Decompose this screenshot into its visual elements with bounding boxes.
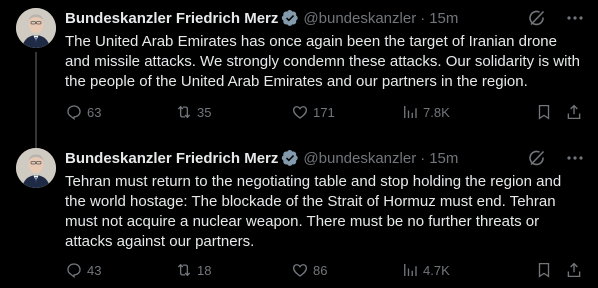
bookmark-button[interactable] — [535, 260, 553, 280]
verified-badge-icon[interactable] — [281, 149, 299, 167]
share-icon — [567, 262, 581, 278]
views-button[interactable]: 4.7K — [401, 260, 450, 280]
tweet-text: Tehran must return to the negotiating ta… — [65, 173, 562, 250]
bookmark-icon — [538, 262, 550, 278]
repost-icon — [177, 263, 191, 277]
tweet-thread: Bundeskanzler Friedrich Merz @bundeskanz… — [0, 0, 598, 288]
repost-button[interactable]: 18 — [175, 260, 211, 280]
grok-icon[interactable] — [527, 8, 547, 28]
share-icon — [567, 104, 581, 120]
views-icon — [404, 264, 417, 276]
tweet[interactable]: Bundeskanzler Friedrich Merz @bundeskanz… — [0, 0, 598, 148]
author-name[interactable]: Bundeskanzler Friedrich Merz — [65, 150, 278, 167]
avatar-column — [16, 148, 56, 188]
timestamp[interactable]: 15m — [429, 10, 458, 27]
tweet-header: Bundeskanzler Friedrich Merz @bundeskanz… — [65, 148, 585, 168]
reply-icon — [67, 105, 81, 121]
like-count: 86 — [313, 262, 328, 278]
avatar-column — [16, 8, 56, 148]
repost-count: 18 — [197, 262, 212, 278]
author-handle[interactable]: @bundeskanzler — [303, 150, 416, 167]
avatar[interactable] — [16, 8, 56, 48]
like-icon — [292, 264, 308, 277]
separator-dot: · — [420, 149, 426, 167]
author-handle[interactable]: @bundeskanzler — [303, 10, 416, 27]
separator-dot: · — [420, 9, 426, 27]
views-icon — [404, 106, 417, 118]
avatar[interactable] — [16, 148, 56, 188]
like-button[interactable]: 171 — [291, 102, 335, 122]
repost-count: 35 — [197, 104, 212, 120]
timestamp[interactable]: 15m — [429, 150, 458, 167]
header-actions — [527, 148, 585, 168]
bookmark-button[interactable] — [535, 102, 553, 122]
reply-icon — [67, 263, 81, 279]
like-button[interactable]: 86 — [291, 260, 327, 280]
share-button[interactable] — [565, 102, 583, 122]
grok-icon[interactable] — [527, 148, 547, 168]
tweet-text: The United Arab Emirates has once again … — [65, 33, 580, 90]
tweet-content: Bundeskanzler Friedrich Merz @bundeskanz… — [65, 8, 585, 92]
like-count: 171 — [313, 104, 335, 120]
repost-icon — [177, 105, 191, 119]
views-count: 7.8K — [423, 104, 450, 120]
bookmark-icon — [538, 104, 550, 120]
reply-button[interactable]: 63 — [65, 102, 101, 122]
tweet-content: Bundeskanzler Friedrich Merz @bundeskanz… — [65, 148, 585, 252]
repost-button[interactable]: 35 — [175, 102, 211, 122]
more-icon[interactable] — [565, 148, 585, 168]
tweet-actions: 63 35 171 7.8K — [65, 102, 585, 122]
views-button[interactable]: 7.8K — [401, 102, 450, 122]
reply-button[interactable]: 43 — [65, 260, 101, 280]
tweet-actions: 43 18 86 4.7K — [65, 260, 585, 280]
reply-count: 63 — [87, 104, 102, 120]
tweet[interactable]: Bundeskanzler Friedrich Merz @bundeskanz… — [0, 140, 598, 288]
author-name[interactable]: Bundeskanzler Friedrich Merz — [65, 10, 278, 27]
like-icon — [292, 106, 308, 119]
more-icon[interactable] — [565, 8, 585, 28]
header-actions — [527, 8, 585, 28]
reply-count: 43 — [87, 262, 102, 278]
verified-badge-icon[interactable] — [281, 9, 299, 27]
tweet-header: Bundeskanzler Friedrich Merz @bundeskanz… — [65, 8, 585, 28]
views-count: 4.7K — [423, 262, 450, 278]
share-button[interactable] — [565, 260, 583, 280]
thread-connector-line — [35, 52, 37, 148]
